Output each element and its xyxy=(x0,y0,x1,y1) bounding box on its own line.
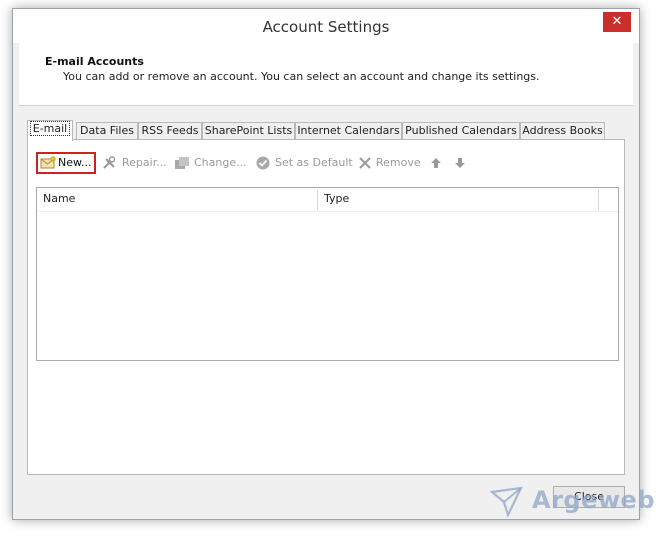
column-header-type[interactable]: Type xyxy=(318,188,598,210)
remove-button[interactable]: Remove xyxy=(358,154,421,172)
column-divider xyxy=(598,190,599,210)
header-title: E-mail Accounts xyxy=(45,55,144,68)
repair-button[interactable]: Repair... xyxy=(102,154,167,172)
tab-data-files[interactable]: Data Files xyxy=(76,122,138,139)
move-up-button[interactable] xyxy=(430,154,442,172)
column-header-name[interactable]: Name xyxy=(37,188,317,210)
tab-label: E-mail xyxy=(29,121,71,136)
repair-label: Repair... xyxy=(122,156,167,169)
repair-tools-icon xyxy=(103,156,116,169)
arrow-up-icon xyxy=(431,158,441,168)
set-as-default-label: Set as Default xyxy=(275,156,353,169)
tab-rss-feeds[interactable]: RSS Feeds xyxy=(138,122,202,139)
new-mail-icon xyxy=(40,156,56,169)
watermark-text: Argeweb xyxy=(532,486,655,514)
change-button[interactable]: Change... xyxy=(174,154,247,172)
tab-email[interactable]: E-mail xyxy=(27,120,73,141)
change-label: Change... xyxy=(194,156,247,169)
email-tab-panel: New... Repair... Change... Set as Defaul… xyxy=(27,139,625,475)
new-label: New... xyxy=(58,156,92,169)
header-description: You can add or remove an account. You ca… xyxy=(63,70,540,83)
remove-label: Remove xyxy=(376,156,421,169)
header-divider xyxy=(37,211,618,212)
header-section: E-mail Accounts You can add or remove an… xyxy=(19,43,633,106)
tab-published-calendars[interactable]: Published Calendars xyxy=(402,122,520,139)
window-close-button[interactable]: ✕ xyxy=(603,12,631,32)
paper-plane-logo-icon xyxy=(490,486,523,518)
tab-address-books[interactable]: Address Books xyxy=(520,122,605,139)
new-account-button[interactable]: New... xyxy=(36,152,96,174)
window-title: Account Settings xyxy=(262,18,390,36)
account-list[interactable]: Name Type xyxy=(36,187,619,361)
tab-internet-calendars[interactable]: Internet Calendars xyxy=(295,122,402,139)
change-icon xyxy=(175,157,189,169)
set-as-default-button[interactable]: Set as Default xyxy=(255,154,353,172)
checkmark-icon xyxy=(256,156,270,170)
account-settings-dialog: Account Settings ✕ E-mail Accounts You c… xyxy=(12,8,640,520)
tab-sharepoint-lists[interactable]: SharePoint Lists xyxy=(202,122,295,139)
watermark-logo: Argeweb xyxy=(490,484,655,520)
remove-x-icon xyxy=(359,157,371,169)
title-bar: Account Settings ✕ xyxy=(13,9,639,43)
move-down-button[interactable] xyxy=(454,154,466,172)
arrow-down-icon xyxy=(455,158,465,168)
